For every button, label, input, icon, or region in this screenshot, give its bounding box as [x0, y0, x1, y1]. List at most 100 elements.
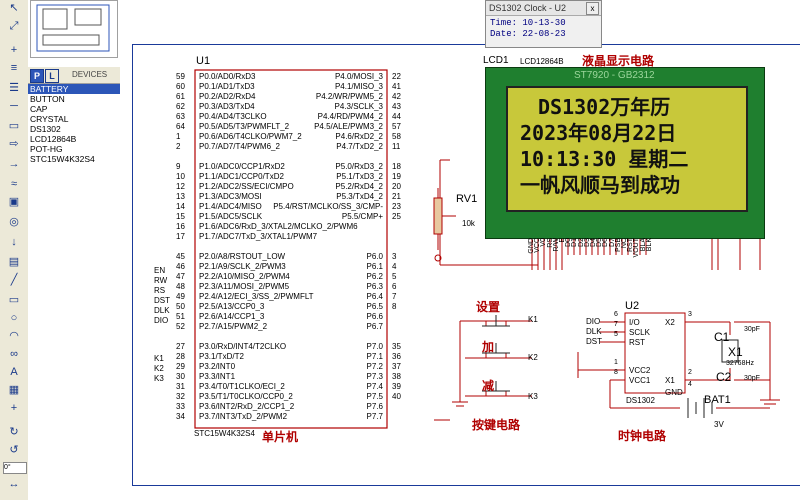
mcu-pin-number: 27 — [176, 342, 185, 351]
mcu-pin-number: 33 — [176, 402, 185, 411]
text-script-icon[interactable]: ☰ — [6, 80, 22, 96]
marker-icon[interactable]: + — [6, 400, 22, 416]
path-icon[interactable]: ∞ — [6, 346, 22, 362]
device-item[interactable]: BUTTON — [28, 94, 120, 104]
generator-icon[interactable]: ◎ — [6, 214, 22, 230]
mcu-pin-number: 63 — [176, 112, 185, 121]
mcu-pin-number: 41 — [392, 82, 401, 91]
select-arrow-icon[interactable]: ↖ — [6, 0, 22, 16]
mcu-pin-label: P0.2/AD2/RxD4 — [199, 92, 256, 101]
mcu-pin-number: 18 — [392, 162, 401, 171]
mcu-pin-number: 25 — [392, 212, 401, 221]
mcu-pin-number: 58 — [392, 132, 401, 141]
text-icon[interactable]: A — [6, 364, 22, 380]
rtc-pin-label: VCC1 — [629, 376, 651, 385]
mcu-pin-label: P2.6/A14/CCP1_3 — [199, 312, 265, 321]
mcu-pin-number: 30 — [176, 372, 185, 381]
graph-icon[interactable]: ≈ — [6, 176, 22, 192]
mcu-pin-label: P4.7/TxD2_2 — [336, 142, 383, 151]
device-item[interactable]: CRYSTAL — [28, 114, 120, 124]
mcu-pin-number: 9 — [176, 162, 181, 171]
mcu-pin-label: P6.6 — [366, 312, 383, 321]
mcu-pin-number: 15 — [176, 212, 185, 221]
mcu-pin-label: P7.5 — [366, 392, 383, 401]
mcu-pin-number: 64 — [176, 122, 185, 131]
mcu-pin-number: 34 — [176, 412, 185, 421]
preview-graphic — [36, 4, 110, 52]
rotation-angle-field[interactable]: 0° — [3, 462, 27, 474]
mcu-pin-number: 61 — [176, 92, 185, 101]
tape-icon[interactable]: ▣ — [6, 194, 22, 210]
pot-value: 10k — [462, 219, 475, 228]
junction-icon[interactable]: + — [6, 42, 22, 58]
device-item[interactable]: STC15W4K32S4 — [28, 154, 120, 164]
bus-icon[interactable]: ─ — [6, 98, 22, 114]
mcu-pin-number: 42 — [392, 92, 401, 101]
mcu-pin-number: 49 — [176, 292, 185, 301]
mcu-pin-label: P0.7/AD7/T4/PWM6_2 — [199, 142, 280, 151]
mcu-pin-label: P1.4/ADC4/MISO — [199, 202, 262, 211]
mcu-pin-label: P1.5/ADC5/SCLK — [199, 212, 263, 221]
mcu-pin-number: 8 — [392, 302, 397, 311]
mcu-caption: 单片机 — [262, 430, 299, 444]
mcu-pin-label: P3.7/INT3/TxD_2/PWM2 — [199, 412, 288, 421]
mcu-pin-label: P3.4/T0/T1CLKO/ECI_2 — [199, 382, 285, 391]
device-list: BATTERY BUTTON CAP CRYSTAL DS1302 LCD12864B PO… — [28, 84, 120, 164]
rtc-pin-number: 3 — [688, 311, 692, 318]
ds1302-clock-popup[interactable]: DS1302 Clock - U2 x Time: 10-13-30 Date:… — [485, 0, 602, 48]
mcu-pin-number: 50 — [176, 302, 185, 311]
device-item[interactable]: CAP — [28, 104, 120, 114]
terminal-icon[interactable]: ⇨ — [6, 136, 22, 152]
schematic-annotations: U1 STC15W4K32S4 单片机 59 P0.0/AD0/RxD3 60 P0.… — [120, 0, 800, 500]
symbol-icon[interactable]: ▦ — [6, 382, 22, 398]
lcd-module[interactable]: ST7920 - GB2312 DS1302万年历 2023年08月22日 10… — [485, 67, 765, 239]
mcu-pin-label: P5.0/RxD3_2 — [335, 162, 383, 171]
mcu-pin-number: 13 — [176, 192, 185, 201]
mcu-pin-label: P0.4/AD4/T3CLKO — [199, 112, 267, 121]
arc-icon[interactable]: ◠ — [6, 328, 22, 344]
pin-icon[interactable]: → — [6, 156, 22, 172]
net-label: RS — [154, 286, 166, 295]
component-mode-icon[interactable]: ⤢ — [6, 18, 22, 34]
pot-ref: RV1 — [456, 193, 478, 205]
lcd-controller-label: ST7920 - GB2312 — [574, 70, 655, 81]
virtual-instrument-icon[interactable]: ▤ — [6, 254, 22, 270]
c2-value: 30pF — [744, 375, 760, 382]
mcu-pin-label: P6.1 — [366, 262, 383, 271]
mcu-part: STC15W4K32S4 — [194, 429, 255, 438]
device-item[interactable]: BATTERY — [28, 84, 120, 94]
mirror-icon[interactable]: ↔ — [6, 476, 22, 492]
devices-header: P L DEVICES — [28, 67, 120, 84]
lcd-line-1: DS1302万年历 — [538, 95, 671, 119]
circle-icon[interactable]: ○ — [6, 310, 22, 326]
popup-close-button[interactable]: x — [586, 2, 599, 15]
device-item[interactable]: DS1302 — [28, 124, 120, 134]
lcd-line-4: 一帆风顺马到成功 — [520, 173, 680, 197]
library-button[interactable]: L — [45, 69, 59, 83]
mcu-pin-number: 10 — [176, 172, 185, 181]
voltage-probe-icon[interactable]: ↓ — [6, 234, 22, 250]
mcu-pin-label: P5.2/RxD4_2 — [335, 182, 383, 191]
subcircuit-icon[interactable]: ▭ — [6, 118, 22, 134]
mcu-pin-label: P3.6/INT2/RxD_2/CCP1_2 — [199, 402, 295, 411]
mcu-pin-number: 21 — [392, 192, 401, 201]
mcu-pin-number: 23 — [392, 202, 401, 211]
rtc-pin-number: 5 — [614, 331, 618, 338]
rtc-net-dst: DST — [586, 337, 602, 346]
mcu-pin-label: P6.0 — [366, 252, 383, 261]
rotate-cw-icon[interactable]: ↻ — [6, 424, 22, 440]
device-item[interactable]: LCD12864B — [28, 134, 120, 144]
device-item[interactable]: POT-HG — [28, 144, 120, 154]
mcu-pin-label: P7.3 — [366, 372, 383, 381]
box-icon[interactable]: ▭ — [6, 292, 22, 308]
button-set-net: K1 — [528, 315, 538, 324]
rtc-net-dlk: DLK — [586, 327, 602, 336]
mcu-pin-label: P1.3/ADC3/MOSI — [199, 192, 262, 201]
rotate-ccw-icon[interactable]: ↺ — [6, 442, 22, 458]
mcu-pin-label: P6.5 — [366, 302, 383, 311]
wire-label-icon[interactable]: ≡ — [6, 60, 22, 76]
mcu-pin-label: P3.2/INT0 — [199, 362, 236, 371]
mcu-pin-number: 16 — [176, 222, 185, 231]
line-icon[interactable]: ╱ — [6, 272, 22, 288]
pick-devices-button[interactable]: P — [30, 69, 44, 83]
